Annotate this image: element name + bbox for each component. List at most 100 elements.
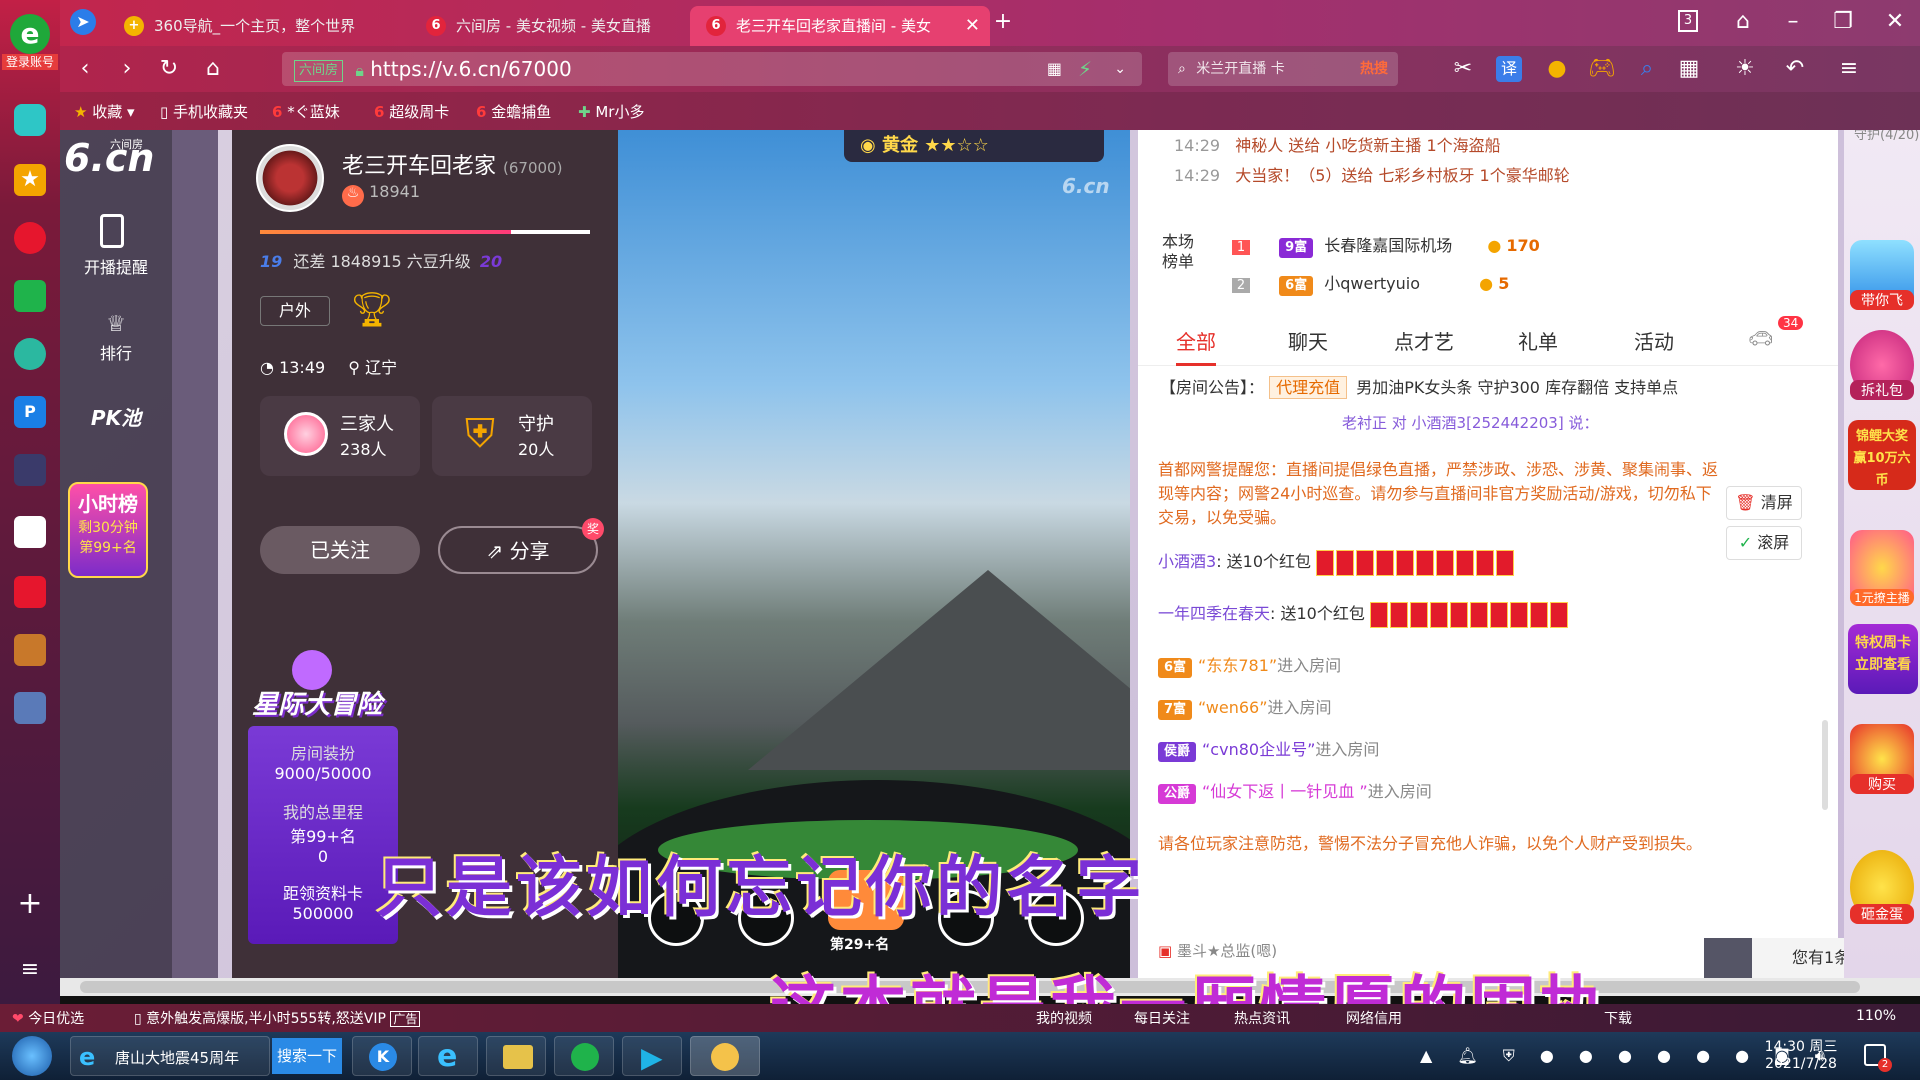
taskbar-player-app[interactable]: ▶ xyxy=(622,1036,682,1076)
coin-icon[interactable]: ● xyxy=(1544,56,1570,82)
add-app-icon[interactable]: + xyxy=(14,888,46,920)
login-button[interactable]: 登录账号 xyxy=(2,54,58,70)
clock[interactable]: 14:30 周三 2021/7/28 xyxy=(1756,1036,1846,1072)
status-my-video[interactable]: 我的视频 xyxy=(1036,1008,1092,1028)
tab-count-icon[interactable]: 3 xyxy=(1678,10,1698,32)
news-ticker[interactable]: ▯ 意外触发高爆版,半小时555转,怒送VIP 广告 xyxy=(134,1008,421,1028)
sidebar-app-icon[interactable] xyxy=(14,104,46,136)
forward-icon[interactable]: › xyxy=(114,56,140,82)
game3-icon[interactable] xyxy=(14,692,46,724)
taskbar-search-button[interactable]: 搜索一下 xyxy=(272,1038,342,1074)
search-tool-icon[interactable]: ⌕ xyxy=(1634,56,1660,82)
qr-icon[interactable]: ▦ xyxy=(1047,52,1062,86)
translate-icon[interactable]: 译 xyxy=(1496,56,1522,82)
tab-live-room[interactable]: 6 老三开车回老家直播间 - 美女 ✕ xyxy=(690,6,990,46)
status-credit[interactable]: 网络信用 xyxy=(1346,1008,1402,1028)
trophy-icon[interactable]: 🏆︎ xyxy=(350,290,394,330)
clear-screen-button[interactable]: 🗑︎ 清屏 xyxy=(1726,486,1802,520)
hour-rank-widget[interactable]: 小时榜 剩30分钟 第99+名 xyxy=(68,482,148,578)
taskbar-folder-app[interactable] xyxy=(486,1036,546,1076)
brightness-icon[interactable]: ☀ xyxy=(1732,56,1758,82)
family-card[interactable]: 三家人 238人 xyxy=(260,396,420,476)
tab-talent[interactable]: 点才艺 xyxy=(1394,326,1454,355)
status-news[interactable]: 热点资讯 xyxy=(1234,1008,1290,1028)
activity-1yuan[interactable]: 1元撩主播 xyxy=(1850,530,1914,606)
game2-icon[interactable] xyxy=(14,634,46,666)
new-tab-icon[interactable]: + xyxy=(990,9,1016,35)
nav-live-remind[interactable]: 开播提醒 xyxy=(60,254,172,278)
activity-fly[interactable]: 带你飞 xyxy=(1850,240,1914,310)
activity-giftbox[interactable]: 拆礼包 xyxy=(1850,330,1914,400)
nav-pk-pool[interactable]: PK池 xyxy=(60,402,172,431)
search-input[interactable]: ⌕ 米兰开直播 卡 热搜 xyxy=(1168,52,1398,86)
tag-outdoor[interactable]: 户外 xyxy=(260,296,330,326)
adventure-widget[interactable]: 星际大冒险 房间装扮 9000/50000 我的总里程 第99+名 0 距领资料… xyxy=(242,650,398,950)
redapp-icon[interactable] xyxy=(14,576,46,608)
gamepad-icon[interactable]: 🎮︎ xyxy=(1588,56,1616,82)
minimize-icon[interactable]: – xyxy=(1780,9,1806,35)
address-bar[interactable]: 六间房 🔒︎ https://v.6.cn/67000 ▦ ⚡ ⌄ xyxy=(282,52,1142,86)
bookmark-item[interactable]: ▯ 手机收藏夹 xyxy=(160,101,248,122)
avatar[interactable] xyxy=(256,144,324,212)
taskbar-k-app[interactable]: K xyxy=(352,1036,412,1076)
tab-chat[interactable]: 聊天 xyxy=(1288,326,1328,355)
taskbar-browser-app[interactable] xyxy=(690,1036,760,1076)
activity-weekly-card[interactable]: 特权周卡 立即查看 xyxy=(1848,624,1918,694)
scroll-screen-button[interactable]: ✓ 滚屏 xyxy=(1726,526,1802,560)
ranking-row[interactable]: 1 9富 长春隆嘉国际机场 ● 170 xyxy=(1232,232,1540,258)
tab-all[interactable]: 全部 xyxy=(1176,326,1216,366)
grid-icon[interactable]: ▦ xyxy=(1676,56,1702,82)
follow-button[interactable]: 已关注 xyxy=(260,526,420,574)
ranking-row[interactable]: 2 6富 小qwertyuio ● 5 xyxy=(1232,270,1509,296)
scissors-icon[interactable]: ✂ xyxy=(1450,56,1476,82)
undo-icon[interactable]: ↶ xyxy=(1782,56,1808,82)
shirt-icon[interactable]: ⌂ xyxy=(1730,9,1756,35)
activity-lucky[interactable]: 锦鲤大奖 赢10万六币 xyxy=(1848,420,1916,490)
weibo-icon[interactable] xyxy=(14,222,46,254)
chat-scrollbar[interactable] xyxy=(1822,720,1828,810)
close-window-icon[interactable]: ✕ xyxy=(1882,9,1908,35)
browser-logo-icon[interactable]: e xyxy=(10,14,50,54)
mobile-icon[interactable] xyxy=(100,214,124,248)
status-download[interactable]: 下载 xyxy=(1604,1008,1632,1028)
activity-buy[interactable]: 购买 xyxy=(1850,724,1914,794)
game-icon[interactable] xyxy=(14,454,46,486)
maximize-icon[interactable]: ❐ xyxy=(1830,9,1856,35)
taskbar-ie-app[interactable]: e xyxy=(418,1036,478,1076)
tab-gift-list[interactable]: 礼单 xyxy=(1518,326,1558,355)
today-pick[interactable]: ❤ 今日优选 xyxy=(12,1008,84,1028)
hot-search-label[interactable]: 热搜 xyxy=(1360,52,1388,86)
p-app-icon[interactable]: P xyxy=(14,396,46,428)
bookmark-item[interactable]: 6 超级周卡 xyxy=(374,101,449,122)
bookmark-favorites[interactable]: ★ 收藏 ▾ xyxy=(74,101,135,122)
activity-golden-egg[interactable]: 砸金蛋 xyxy=(1850,850,1914,924)
menu-list-icon[interactable]: ≡ xyxy=(14,954,46,986)
guard-card[interactable]: ⛨ 守护 20人 xyxy=(432,396,592,476)
back-icon[interactable]: ‹ xyxy=(72,56,98,82)
lightning-icon[interactable]: ⚡ xyxy=(1078,52,1092,86)
home-icon[interactable]: ⌂ xyxy=(200,56,226,82)
taskbar-ie-window[interactable]: e 唐山大地震45周年 xyxy=(70,1036,270,1076)
tab-close-icon[interactable]: ✕ xyxy=(965,6,980,46)
bookmark-item[interactable]: 6 *ぐ蓝妹 xyxy=(272,101,340,122)
refresh-icon[interactable]: ↻ xyxy=(156,56,182,82)
bookmark-item[interactable]: ✚ Mr小多 xyxy=(578,101,644,122)
doc-icon[interactable] xyxy=(14,516,46,548)
nav-ranking[interactable]: 排行 xyxy=(60,340,172,364)
chevron-down-icon[interactable]: ⌄ xyxy=(1114,52,1126,86)
cloud-icon[interactable] xyxy=(14,338,46,370)
mail-icon[interactable] xyxy=(14,280,46,312)
tab-360[interactable]: + 360导航_一个主页，整个世界 xyxy=(108,6,408,46)
navigation-arrow-icon[interactable]: ➤ xyxy=(70,9,96,35)
notice-tag[interactable]: 代理充值 xyxy=(1269,376,1348,399)
zoom-level[interactable]: 110% xyxy=(1856,1008,1896,1024)
tab-activity[interactable]: 活动 xyxy=(1634,326,1674,355)
tab-6cn[interactable]: 6 六间房 - 美女视频 - 美女直播 xyxy=(410,6,710,46)
bookmark-item[interactable]: 6 金蟾捕鱼 xyxy=(476,101,551,122)
status-daily[interactable]: 每日关注 xyxy=(1134,1008,1190,1028)
site-logo[interactable]: 6.cn 六间房 xyxy=(64,136,168,186)
taskbar-360-app[interactable] xyxy=(554,1036,614,1076)
favorites-star-icon[interactable]: ★ xyxy=(14,164,46,196)
start-button[interactable] xyxy=(12,1036,52,1076)
car-icon[interactable]: 🚗︎ xyxy=(1748,326,1773,350)
